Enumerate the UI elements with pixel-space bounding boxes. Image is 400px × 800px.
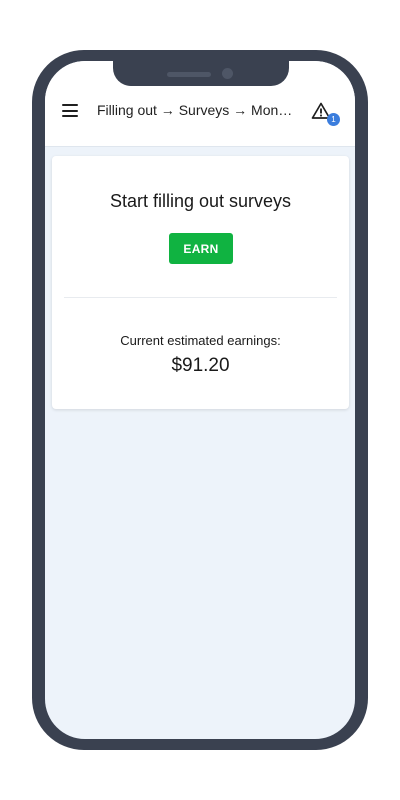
speaker-grille xyxy=(167,72,211,77)
earnings-card: Start filling out surveys EARN Current e… xyxy=(52,156,349,409)
phone-notch xyxy=(113,61,289,86)
phone-screen: Filling out → Surveys → Moneti… 1 Start … xyxy=(45,61,355,739)
alert-button[interactable]: 1 xyxy=(311,101,340,127)
breadcrumb: Filling out → Surveys → Moneti… xyxy=(97,102,295,118)
card-title: Start filling out surveys xyxy=(109,191,292,211)
hamburger-menu-icon[interactable] xyxy=(62,104,78,117)
earnings-value: $91.20 xyxy=(171,355,230,376)
divider xyxy=(64,297,337,298)
notification-badge: 1 xyxy=(327,113,340,126)
earn-button[interactable]: EARN xyxy=(169,233,233,264)
camera-icon xyxy=(222,68,233,79)
earnings-label: Current estimated earnings: xyxy=(120,333,281,348)
phone-frame: Filling out → Surveys → Moneti… 1 Start … xyxy=(32,50,368,750)
